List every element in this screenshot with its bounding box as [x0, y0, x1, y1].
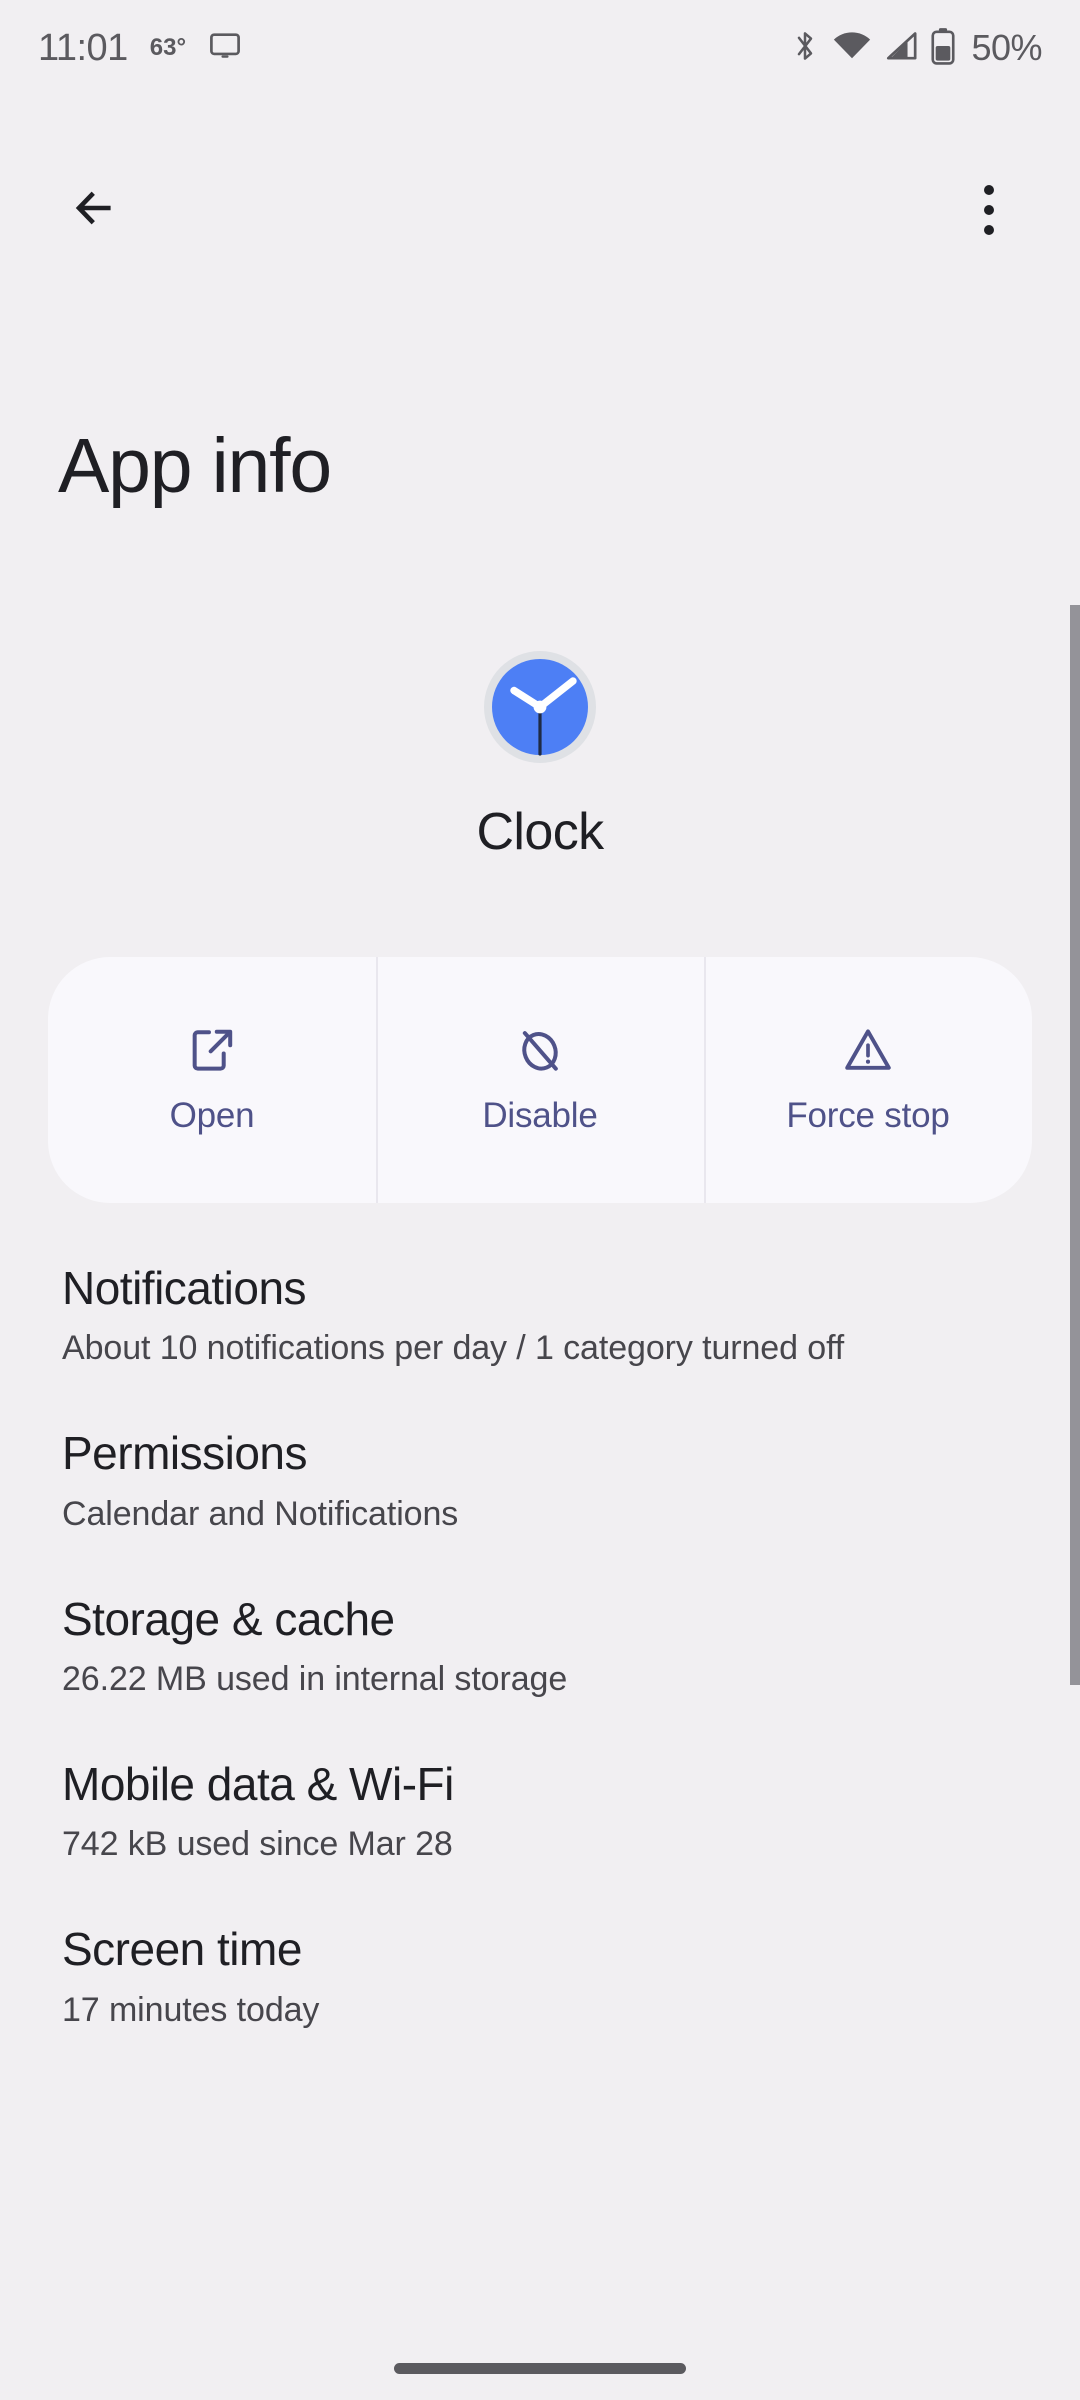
- app-actions-card: Open Disable Force stop: [48, 957, 1032, 1203]
- disable-button[interactable]: Disable: [376, 957, 704, 1203]
- list-item-title: Notifications: [62, 1262, 307, 1314]
- disable-button-label: Disable: [482, 1096, 598, 1135]
- back-button[interactable]: [50, 165, 140, 255]
- open-button[interactable]: Open: [48, 957, 376, 1203]
- app-name-label: Clock: [476, 803, 604, 861]
- scrollbar-track[interactable]: [1070, 0, 1080, 2400]
- list-item-title: Screen time: [62, 1923, 302, 1976]
- battery-half-icon: [931, 27, 955, 70]
- home-gesture-bar[interactable]: [394, 2363, 686, 2374]
- battery-percent-label: 50%: [971, 27, 1042, 68]
- open-button-label: Open: [169, 1096, 255, 1135]
- monitor-icon: [208, 29, 242, 68]
- list-item-title: Storage & cache: [62, 1592, 395, 1645]
- list-item-subtitle: Calendar and Notifications: [62, 1494, 459, 1533]
- list-item-screen-time[interactable]: Screen time 17 minutes today: [0, 1923, 1080, 2032]
- overflow-menu-button[interactable]: [944, 165, 1034, 255]
- list-item-subtitle: About 10 notifications per day / 1 categ…: [62, 1329, 845, 1368]
- list-item-notifications[interactable]: Notifications About 10 notifications per…: [0, 1262, 1080, 1371]
- bluetooth-icon: [790, 28, 820, 69]
- back-arrow-icon: [69, 182, 121, 239]
- status-bar: 11:01 63° 50%: [0, 0, 1080, 96]
- list-item-storage-and-cache[interactable]: Storage & cache 26.22 MB used in interna…: [0, 1593, 1080, 1702]
- open-in-new-icon: [186, 1024, 238, 1076]
- force-stop-button-label: Force stop: [786, 1096, 950, 1135]
- status-temperature: 63°: [149, 34, 187, 61]
- more-vert-icon: [984, 185, 994, 235]
- list-item-subtitle: 26.22 MB used in internal storage: [62, 1660, 568, 1699]
- list-item-mobile-data-and-wifi[interactable]: Mobile data & Wi-Fi 742 kB used since Ma…: [0, 1758, 1080, 1867]
- app-settings-list: Notifications About 10 notifications per…: [0, 1262, 1080, 2089]
- cellular-signal-icon: [884, 31, 918, 66]
- app-toolbar: [0, 150, 1080, 270]
- status-clock: 11:01: [38, 26, 128, 69]
- list-item-title: Permissions: [62, 1427, 308, 1480]
- list-item-permissions[interactable]: Permissions Calendar and Notifications: [0, 1427, 1080, 1536]
- status-bar-right: 50%: [790, 27, 1042, 70]
- block-circle-slash-icon: [514, 1024, 566, 1076]
- wifi-icon: [833, 31, 871, 66]
- page-title: App info: [58, 423, 332, 509]
- list-item-subtitle: 742 kB used since Mar 28: [62, 1825, 453, 1864]
- clock-app-icon: [483, 650, 597, 764]
- force-stop-button[interactable]: Force stop: [704, 957, 1032, 1203]
- list-item-title: Mobile data & Wi-Fi: [62, 1757, 454, 1810]
- app-header: Clock: [0, 650, 1080, 862]
- vertical-scrollbar[interactable]: [1070, 605, 1080, 1685]
- status-bar-left: 11:01 63°: [38, 27, 242, 70]
- list-item-subtitle: 17 minutes today: [62, 1990, 320, 2029]
- warning-triangle-icon: [842, 1024, 894, 1076]
